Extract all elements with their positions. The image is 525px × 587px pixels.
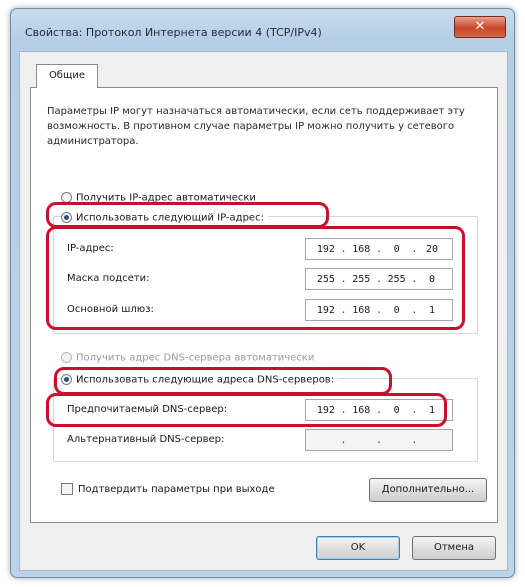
highlight-ip-fields (46, 226, 465, 330)
close-button[interactable]: ✕ (454, 16, 506, 38)
radio-icon (61, 352, 72, 363)
window-title: Свойства: Протокол Интернета версии 4 (T… (25, 26, 322, 39)
close-icon: ✕ (474, 19, 486, 34)
advanced-button[interactable]: Дополнительно... (369, 478, 487, 502)
highlight-preferred-dns (46, 393, 447, 427)
tab-general[interactable]: Общие (36, 64, 98, 88)
highlight-use-ip-radio (46, 202, 329, 228)
checkbox-icon (61, 483, 73, 495)
cancel-button[interactable]: Отмена (412, 536, 496, 560)
description-text: Параметры IP могут назначаться автоматич… (47, 106, 465, 147)
validate-settings-checkbox[interactable]: Подтвердить параметры при выходе (61, 483, 275, 495)
radio-obtain-dns-auto-label: Получить адрес DNS-сервера автоматически (76, 352, 315, 364)
validate-settings-label: Подтвердить параметры при выходе (78, 484, 275, 495)
title-bar[interactable]: Свойства: Протокол Интернета версии 4 (T… (11, 9, 514, 51)
highlight-use-dns-radio (54, 367, 392, 395)
ok-button[interactable]: OK (316, 536, 400, 560)
alternate-dns-label: Альтернативный DNS-сервер: (67, 434, 225, 445)
alternate-dns-input[interactable]: . . . (305, 429, 453, 451)
radio-obtain-dns-auto[interactable]: Получить адрес DNS-сервера автоматически (61, 352, 314, 364)
